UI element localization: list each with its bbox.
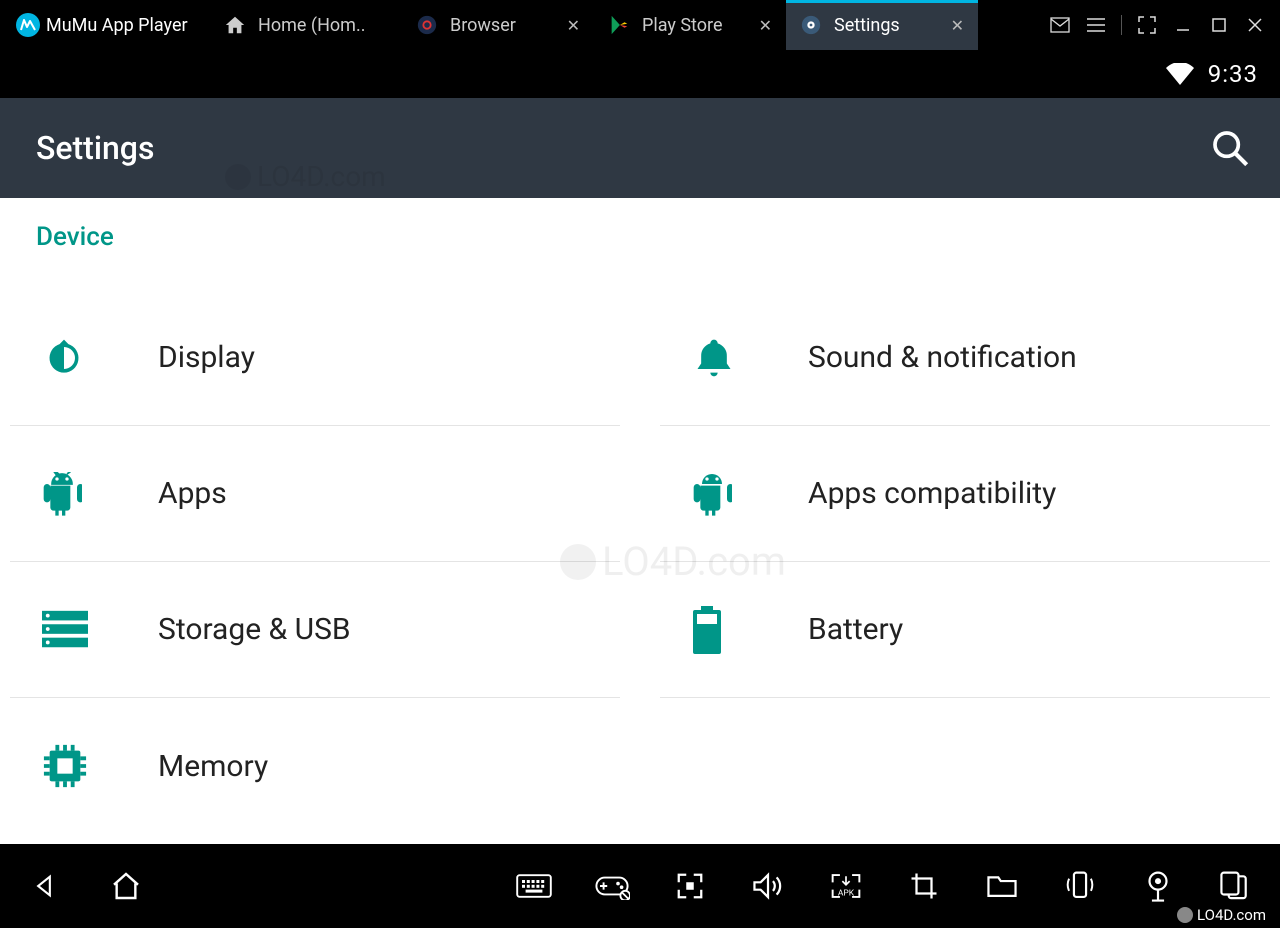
android-icon — [690, 472, 808, 516]
tab-close-button[interactable]: ✕ — [567, 16, 580, 35]
back-button[interactable] — [26, 868, 62, 904]
display-icon — [40, 336, 158, 380]
tab-label: Play Store — [642, 15, 723, 36]
gamepad-icon[interactable] — [594, 868, 630, 904]
separator — [1121, 15, 1122, 35]
android-nav-bar: APK LO4D.com — [0, 844, 1280, 928]
multi-window-icon[interactable] — [1218, 868, 1254, 904]
page-title: Settings — [36, 129, 154, 167]
mumu-logo-icon — [16, 13, 40, 37]
emulator-titlebar: MuMu App Player Home (Hom.. Browser ✕ Pl… — [0, 0, 1280, 50]
close-button[interactable] — [1244, 14, 1266, 36]
bell-icon — [690, 336, 808, 380]
settings-item-memory[interactable]: Memory — [10, 698, 620, 834]
settings-item-label: Storage & USB — [158, 612, 351, 647]
settings-action-bar: Settings LO4D.com — [0, 98, 1280, 198]
gear-icon — [800, 14, 822, 36]
nav-right-group: APK — [516, 868, 1254, 904]
home-button[interactable] — [108, 868, 144, 904]
tab-close-button[interactable]: ✕ — [951, 16, 964, 35]
settings-item-label: Battery — [808, 612, 903, 647]
emulator-app-name: MuMu App Player — [46, 15, 188, 36]
settings-item-label: Display — [158, 340, 255, 375]
location-icon[interactable] — [1140, 868, 1176, 904]
settings-grid: Display Sound & notification Apps Apps c… — [0, 262, 1280, 834]
keyboard-icon[interactable] — [516, 868, 552, 904]
settings-item-sound[interactable]: Sound & notification — [660, 290, 1270, 426]
tab-label: Home (Hom.. — [258, 15, 365, 36]
svg-text:APK: APK — [838, 889, 855, 899]
volume-icon[interactable] — [750, 868, 786, 904]
mail-icon[interactable] — [1049, 14, 1071, 36]
wifi-icon — [1166, 63, 1194, 85]
memory-icon — [40, 743, 158, 789]
menu-icon[interactable] — [1085, 14, 1107, 36]
battery-icon — [690, 606, 808, 654]
settings-item-storage[interactable]: Storage & USB — [10, 562, 620, 698]
home-icon — [224, 14, 246, 36]
apk-install-icon[interactable]: APK — [828, 868, 864, 904]
tab-playstore[interactable]: Play Store ✕ — [594, 0, 786, 50]
crop-icon[interactable] — [906, 868, 942, 904]
settings-item-label: Apps — [158, 476, 227, 511]
tab-close-button[interactable]: ✕ — [759, 16, 772, 35]
tab-strip: Home (Hom.. Browser ✕ Play Store ✕ Setti… — [210, 0, 978, 50]
tab-home[interactable]: Home (Hom.. — [210, 0, 402, 50]
android-icon — [40, 472, 158, 516]
watermark-footer: LO4D.com — [1171, 904, 1272, 926]
browser-icon — [416, 14, 438, 36]
settings-item-label: Apps compatibility — [808, 476, 1056, 511]
play-store-icon — [608, 14, 630, 36]
settings-item-label: Sound & notification — [808, 340, 1077, 375]
settings-item-apps[interactable]: Apps — [10, 426, 620, 562]
maximize-button[interactable] — [1208, 14, 1230, 36]
settings-item-apps-compat[interactable]: Apps compatibility — [660, 426, 1270, 562]
settings-content: Device Display Sound & notification Apps… — [0, 198, 1280, 844]
settings-item-label: Memory — [158, 749, 268, 784]
android-status-bar: 9:33 — [0, 50, 1280, 98]
search-button[interactable] — [1210, 128, 1250, 168]
storage-icon — [40, 610, 158, 650]
shake-icon[interactable] — [1062, 868, 1098, 904]
settings-item-display[interactable]: Display — [10, 290, 620, 426]
folder-icon[interactable] — [984, 868, 1020, 904]
tab-label: Settings — [834, 15, 900, 36]
minimize-button[interactable] — [1172, 14, 1194, 36]
emulator-logo: MuMu App Player — [0, 13, 210, 37]
settings-item-battery[interactable]: Battery — [660, 562, 1270, 698]
tab-settings[interactable]: Settings ✕ — [786, 0, 978, 50]
status-time: 9:33 — [1208, 60, 1258, 88]
empty-cell — [660, 698, 1270, 834]
watermark: LO4D.com — [225, 160, 386, 193]
nav-left-group — [26, 868, 144, 904]
section-header-device: Device — [0, 198, 1280, 262]
tab-label: Browser — [450, 15, 516, 36]
fullscreen-icon[interactable] — [1136, 14, 1158, 36]
tab-browser[interactable]: Browser ✕ — [402, 0, 594, 50]
emulator-window-controls — [1035, 14, 1280, 36]
fullscreen-icon[interactable] — [672, 868, 708, 904]
